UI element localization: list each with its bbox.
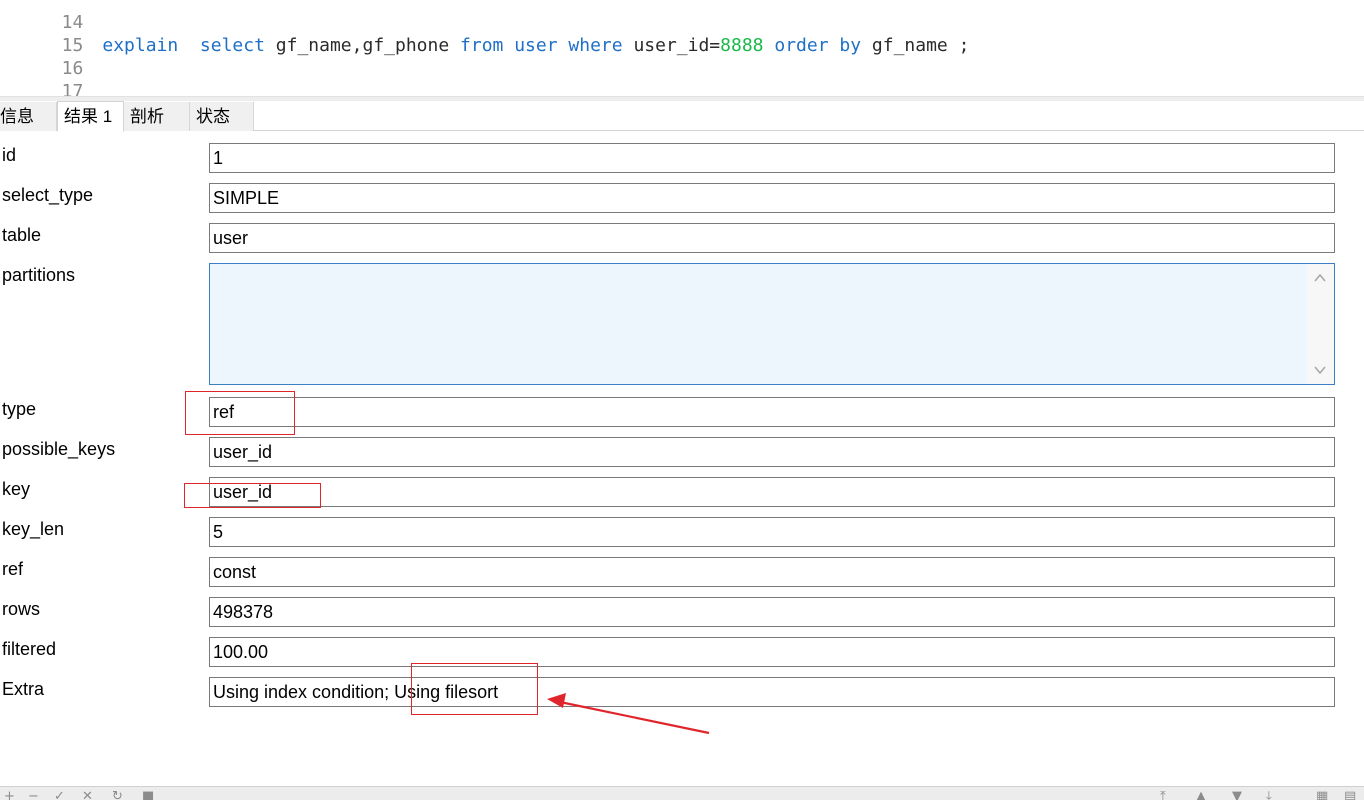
field-label-ref: ref [2,559,24,579]
sql-condition: user_id= [633,35,721,56]
field-value-id[interactable]: 1 [209,143,1335,173]
field-value-rows[interactable]: 498378 [209,597,1335,627]
sql-keyword-explain: explain [102,35,179,56]
field-row-rows: rows 498378 [0,597,1364,637]
partitions-scrollbar[interactable] [1306,264,1334,384]
field-row-ref: ref const [0,557,1364,597]
add-record-icon[interactable]: + [4,790,15,800]
field-value-table[interactable]: user [209,223,1335,253]
field-label-rows: rows [2,599,41,619]
tab-result-1[interactable]: 结果 1 [57,101,124,132]
result-tabbar: 信息 结果 1 剖析 状态 [0,101,1364,132]
field-label-select-type: select_type [2,185,94,205]
sql-keyword-select: select [199,35,265,56]
apply-icon[interactable]: ✓ [54,790,65,800]
field-value-partitions[interactable] [209,263,1335,385]
field-label-id: id [2,145,17,165]
sql-editor[interactable]: 14 15 explain select gf_name,gf_phone fro… [0,0,1364,96]
chevron-down-icon[interactable] [1312,362,1328,378]
line-number: 17 [61,81,84,96]
field-label-extra: Extra [2,679,45,699]
last-record-icon[interactable]: ⤓ [1266,790,1272,800]
field-value-ref[interactable]: const [209,557,1335,587]
grid-view-icon[interactable]: ▦ [1316,790,1328,800]
sql-table-name: user [514,35,558,56]
chevron-up-icon[interactable] [1312,270,1328,286]
field-row-extra: Extra Using index condition; Using files… [0,677,1364,717]
tab-status[interactable]: 状态 [190,102,254,131]
field-value-possible-keys[interactable]: user_id [209,437,1335,467]
field-label-type: type [2,399,37,419]
field-label-partitions: partitions [2,265,76,285]
sql-statement[interactable]: explain select gf_name,gf_phone from use… [83,34,969,57]
discard-icon[interactable]: ✕ [82,790,93,800]
field-label-key-len: key_len [2,519,65,539]
field-label-filtered: filtered [2,639,57,659]
field-row-filtered: filtered 100.00 [0,637,1364,677]
previous-record-icon[interactable]: ▲ [1196,790,1206,800]
editor-line-16[interactable]: 16 [0,34,84,79]
field-label-possible-keys: possible_keys [2,439,116,459]
editor-line-15[interactable]: 15 explain select gf_name,gf_phone from u… [0,11,970,56]
field-label-key: key [2,479,31,499]
first-record-icon[interactable]: ⤒ [1160,790,1166,800]
refresh-icon[interactable]: ↻ [112,790,123,800]
field-value-extra[interactable]: Using index condition; Using filesort [209,677,1335,707]
editor-line-14: 14 [0,0,84,33]
field-row-select-type: select_type SIMPLE [0,183,1364,223]
sql-columns: gf_name,gf_phone [275,35,450,56]
field-row-partitions: partitions [0,263,1364,387]
sql-keyword-where: where [568,35,623,56]
tab-profile[interactable]: 剖析 [124,102,190,131]
delete-record-icon[interactable]: − [28,790,39,800]
next-record-icon[interactable]: ▼ [1232,790,1242,800]
sql-number: 8888 [720,35,764,56]
bottom-toolbar: + − ✓ ✕ ↻ ■ ⤒ ▲ ▼ ⤓ ▦ ▤ [0,786,1364,800]
field-value-key[interactable]: user_id [209,477,1335,507]
field-value-key-len[interactable]: 5 [209,517,1335,547]
field-row-key: key user_id [0,477,1364,517]
sql-order-column: gf_name [871,35,948,56]
sql-keyword-from: from [460,35,504,56]
stop-icon[interactable]: ■ [142,790,154,800]
field-row-id: id 1 [0,143,1364,183]
field-row-type: type ref [0,397,1364,437]
field-value-type[interactable]: ref [209,397,1335,427]
field-label-table: table [2,225,42,245]
field-row-key-len: key_len 5 [0,517,1364,557]
field-row-possible-keys: possible_keys user_id [0,437,1364,477]
sql-terminator: ; [958,35,970,56]
tab-info[interactable]: 信息 [0,102,57,131]
field-value-filtered[interactable]: 100.00 [209,637,1335,667]
field-row-table: table user [0,223,1364,263]
editor-line-17[interactable]: 17 [0,57,84,96]
form-view-icon[interactable]: ▤ [1344,790,1356,800]
field-value-select-type[interactable]: SIMPLE [209,183,1335,213]
sql-keyword-order-by: order by [774,35,862,56]
